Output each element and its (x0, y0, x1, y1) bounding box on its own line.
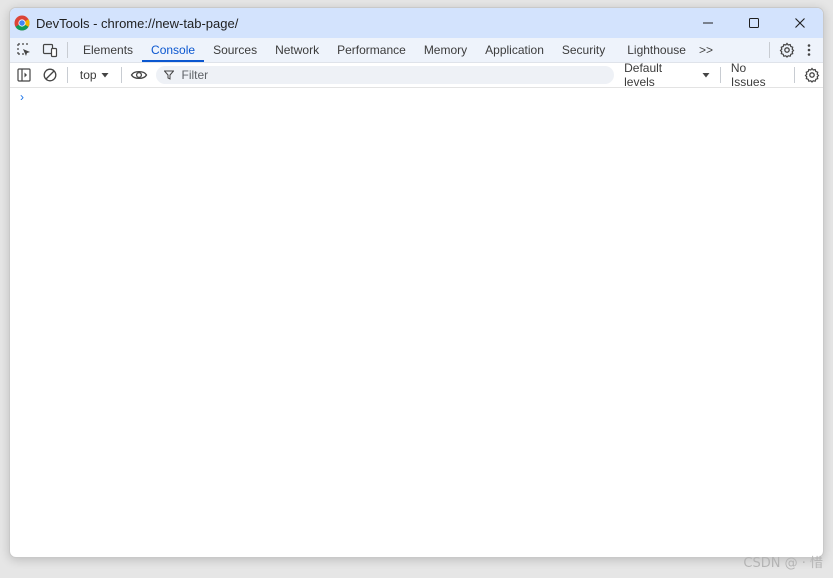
live-expression-button[interactable] (128, 64, 150, 86)
dropdown-arrow-icon (101, 73, 109, 78)
watermark-text: CSDN @ · 惜 (743, 556, 823, 571)
tab-lighthouse[interactable]: Lighthouse (618, 38, 695, 62)
title-bar: DevTools - chrome://new-tab-page/ (10, 8, 823, 38)
tab-bar-right (763, 38, 823, 62)
tab-console[interactable]: Console (142, 38, 205, 62)
close-button[interactable] (777, 8, 823, 38)
window-controls (685, 8, 823, 38)
minimize-button[interactable] (685, 8, 731, 38)
toolbar-separator (719, 67, 721, 83)
console-output[interactable]: › (10, 88, 823, 557)
tab-sources[interactable]: Sources (204, 38, 266, 62)
gear-icon (804, 67, 820, 83)
settings-button[interactable] (776, 39, 798, 61)
tab-performance[interactable]: Performance (328, 38, 415, 62)
toolbar-separator (66, 67, 68, 83)
panel-tab-bar: Elements Console Sources Network Performance… (10, 38, 823, 63)
tab-security[interactable]: Security (553, 38, 614, 62)
filter-input[interactable] (179, 67, 604, 83)
tab-network[interactable]: Network (266, 38, 328, 62)
clear-console-button[interactable] (39, 64, 61, 86)
chrome-logo-icon (14, 15, 30, 31)
console-prompt[interactable]: › (20, 90, 24, 104)
minimize-icon (703, 22, 713, 24)
gear-icon (779, 42, 795, 58)
devtools-window: DevTools - chrome://new-tab-page/ Elemen… (9, 7, 824, 558)
tab-memory[interactable]: Memory (415, 38, 476, 62)
show-sidebar-button[interactable] (13, 64, 35, 86)
filter-icon (163, 70, 174, 80)
panel-tabs: Elements Console Sources Network Performance… (74, 38, 695, 62)
tab-elements[interactable]: Elements (74, 38, 142, 62)
tab-right-separator (769, 42, 770, 58)
toolbar-separator (120, 67, 122, 83)
dropdown-arrow-icon (702, 73, 710, 78)
inspect-element-icon (17, 43, 30, 56)
sidebar-toggle-icon (17, 68, 31, 82)
close-icon (795, 18, 805, 28)
clear-console-icon (43, 68, 57, 82)
filter-box[interactable] (155, 66, 615, 84)
eye-icon (130, 70, 147, 80)
tab-separator (67, 42, 68, 58)
maximize-button[interactable] (731, 8, 777, 38)
device-toggle-icon (42, 43, 58, 58)
issues-button[interactable]: No Issues (731, 61, 784, 89)
device-toolbar-button[interactable] (39, 39, 61, 61)
kebab-menu-icon (807, 44, 811, 56)
log-levels-label: Default levels (624, 61, 663, 89)
context-selector[interactable]: top (74, 68, 115, 82)
log-levels-dropdown[interactable]: Default levels (624, 61, 710, 89)
console-settings-button[interactable] (801, 64, 823, 86)
inspect-element-button[interactable] (13, 39, 35, 61)
console-toolbar: top Default levels No Issues (10, 61, 823, 89)
maximize-icon (749, 18, 759, 28)
context-label: top (79, 68, 97, 82)
more-tabs-button[interactable]: >> (695, 38, 717, 62)
window-title: DevTools - chrome://new-tab-page/ (36, 15, 239, 31)
more-options-button[interactable] (798, 39, 820, 61)
tab-application[interactable]: Application (476, 38, 553, 62)
toolbar-separator (794, 67, 796, 83)
